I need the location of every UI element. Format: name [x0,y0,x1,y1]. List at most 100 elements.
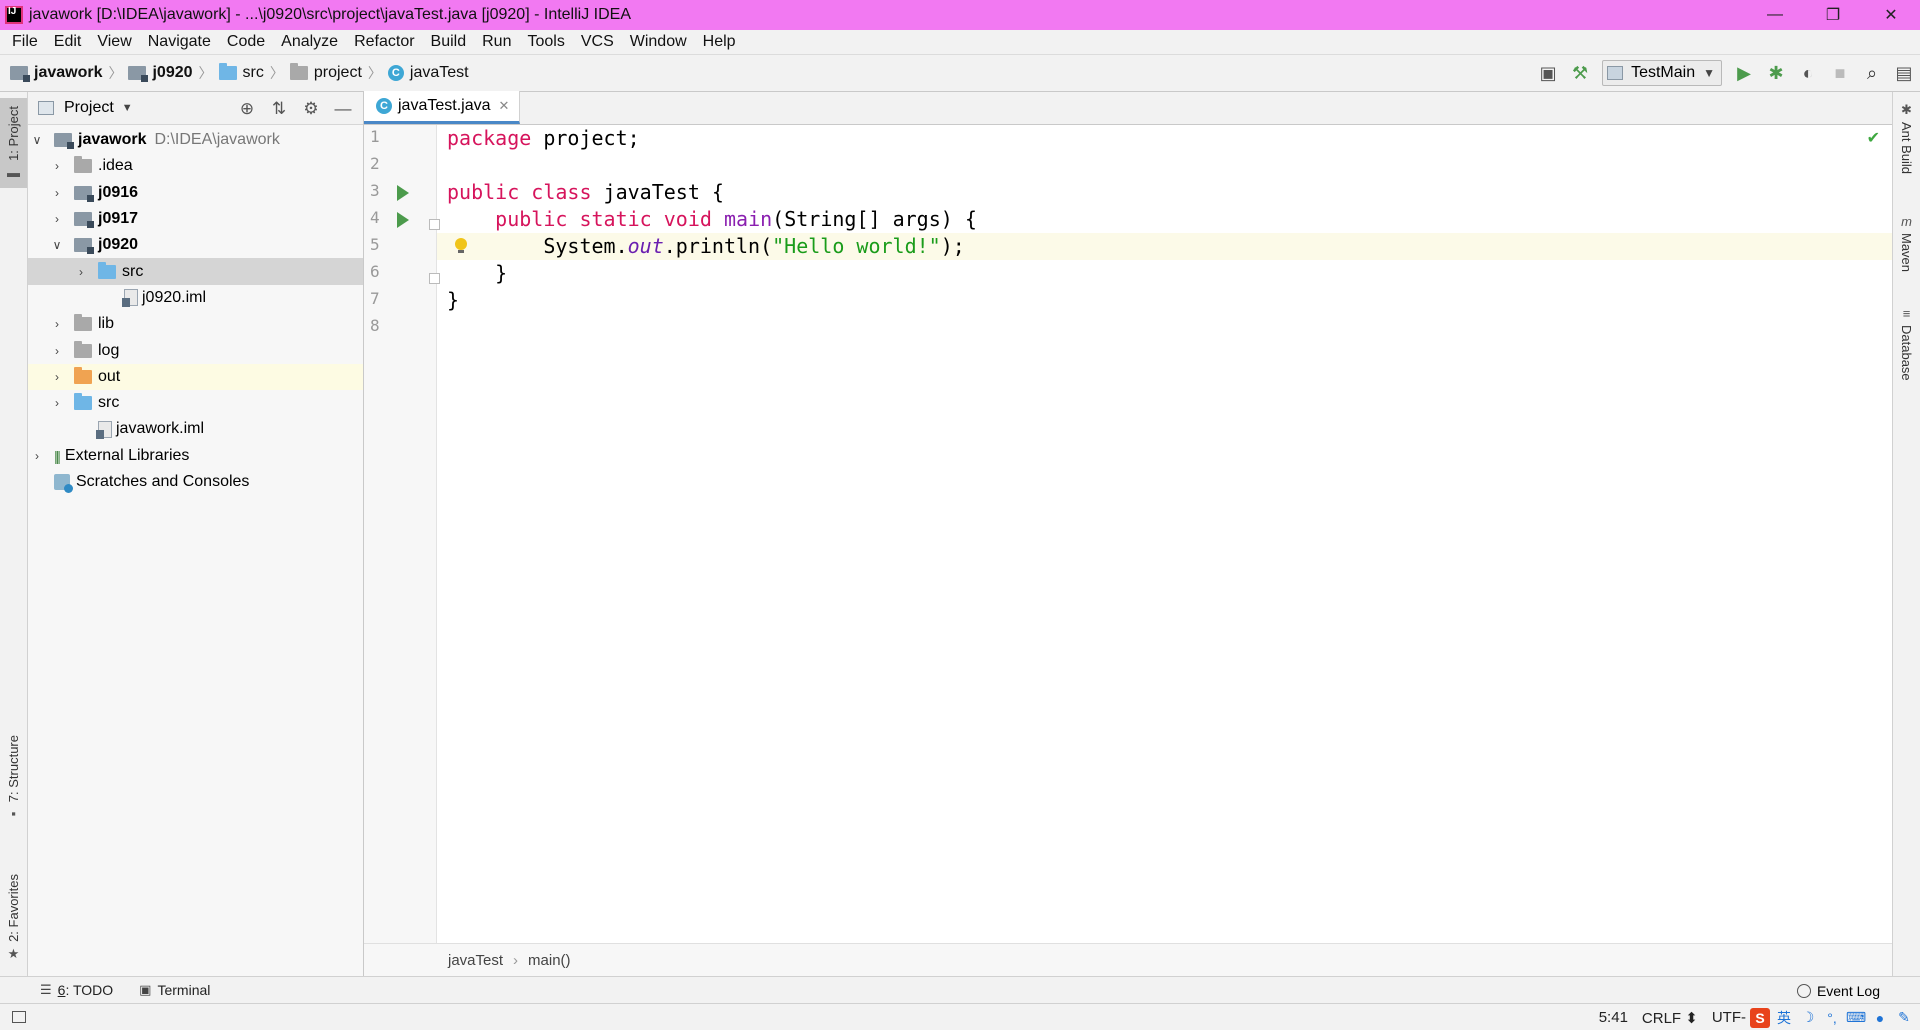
keyboard-icon[interactable]: ⌨ [1846,1008,1866,1028]
chevron-right-icon[interactable]: › [50,370,64,384]
tool-windows-toggle-icon[interactable] [12,1011,26,1023]
tree-item-log[interactable]: › log [28,337,363,363]
menu-build[interactable]: Build [423,33,475,51]
tree-item-j0920-src[interactable]: › src [28,258,363,285]
breadcrumb-project[interactable]: project [289,63,362,82]
chevron-right-icon[interactable]: › [50,317,64,331]
code-line: public class javaTest { [437,179,1892,206]
database-tool-button[interactable]: ≡ Database [1893,306,1920,381]
menu-navigate[interactable]: Navigate [140,33,219,51]
chevron-right-icon[interactable]: › [50,344,64,358]
line-separator[interactable]: CRLF ⬍ [1642,1009,1698,1027]
breadcrumb-class[interactable]: javaTest [448,952,503,969]
ime-language-icon[interactable]: 英 [1774,1008,1794,1028]
run-main-icon[interactable] [397,212,409,228]
close-window-button[interactable]: ✕ [1862,0,1920,30]
editor-tab-javatest[interactable]: C javaTest.java ✕ [364,91,521,124]
hide-panel-icon[interactable]: — [327,99,359,119]
project-structure-icon[interactable]: ▤ [1888,57,1920,89]
file-encoding[interactable]: UTF- [1712,1009,1746,1026]
chevron-right-icon[interactable]: › [50,212,64,226]
chevron-right-icon[interactable]: › [50,396,64,410]
search-icon[interactable]: ⌕ [1856,57,1888,89]
event-log-button[interactable]: Event Log [1796,977,1880,1004]
code-editor[interactable]: package project; public class javaTest {… [437,125,1892,943]
tree-item-scratches[interactable]: Scratches and Consoles [28,469,363,495]
debug-icon[interactable]: ✱ [1760,57,1792,89]
package-icon [289,63,308,80]
menu-help[interactable]: Help [695,33,744,51]
project-view-select[interactable]: Project [64,99,114,117]
stop-icon[interactable]: ■ [1824,57,1856,89]
breadcrumb-src[interactable]: src [218,63,264,82]
breadcrumb-j0920[interactable]: j0920 [128,64,193,82]
menu-analyze[interactable]: Analyze [273,33,346,51]
module-icon [74,212,94,229]
tree-item-j0917[interactable]: › j0917 [28,206,363,232]
todo-tool-button[interactable]: ☰ 6: TODO [40,982,113,998]
locate-file-icon[interactable]: ⊕ [231,99,263,119]
terminal-tool-button[interactable]: ▣ Terminal [139,982,210,998]
tree-item-out[interactable]: › out [28,363,363,390]
menu-refactor[interactable]: Refactor [346,33,422,51]
line-number: 1 [370,127,380,146]
ant-build-tool-button[interactable]: ✱ Ant Build [1893,102,1920,174]
maven-tool-button[interactable]: m Maven [1893,214,1920,272]
tree-item-idea[interactable]: › .idea [28,153,363,179]
line-number: 3 [370,181,380,200]
project-tool-button[interactable]: 1: Project ▬ [0,98,27,188]
chevron-right-icon[interactable]: › [50,159,64,173]
run-configuration-select[interactable]: TestMain ▼ [1602,60,1722,86]
collapse-all-icon[interactable]: ⇅ [263,99,295,119]
menu-view[interactable]: View [89,33,139,51]
run-class-icon[interactable] [397,185,409,201]
close-tab-icon[interactable]: ✕ [499,98,510,114]
tree-item-external-libraries[interactable]: › ||| External Libraries [28,443,363,469]
chevron-right-icon[interactable]: › [74,265,88,279]
source-folder-icon [218,63,237,80]
menu-tools[interactable]: Tools [519,33,572,51]
menu-vcs[interactable]: VCS [573,33,622,51]
moon-icon[interactable]: ☽ [1798,1008,1818,1028]
tree-item-javawork[interactable]: ∨ javawork D:\IDEA\javawork [28,127,363,153]
intention-bulb-icon[interactable] [455,238,467,253]
chevron-down-icon[interactable]: ∨ [30,133,44,147]
user-icon[interactable]: ● [1870,1008,1890,1028]
tree-item-j0916[interactable]: › j0916 [28,180,363,206]
minimize-button[interactable]: — [1746,0,1804,30]
chevron-right-icon[interactable]: › [50,186,64,200]
gear-icon[interactable]: ⚙ [295,99,327,119]
tree-item-j0920[interactable]: ∨ j0920 [28,232,363,258]
editor-tab-bar: C javaTest.java ✕ [364,91,1892,125]
chevron-down-icon[interactable]: ▼ [122,102,133,114]
application-icon [1607,66,1624,80]
tree-item-src[interactable]: › src [28,390,363,416]
breadcrumb-javatest[interactable]: C javaTest [387,64,469,82]
sogou-ime-icon[interactable]: S [1750,1007,1770,1028]
restore-button[interactable]: ❐ [1804,0,1862,30]
caret-position[interactable]: 5:41 [1599,1009,1628,1026]
tree-item-javawork-iml[interactable]: javawork.iml [28,416,363,442]
menu-edit[interactable]: Edit [46,33,90,51]
breadcrumb-label: javaTest [409,64,469,81]
menu-file[interactable]: File [4,33,46,51]
menu-code[interactable]: Code [219,33,273,51]
favorites-tool-button[interactable]: 2: Favorites ★ [0,868,27,968]
menu-run[interactable]: Run [474,33,519,51]
coverage-icon[interactable]: ◐ [1792,57,1824,89]
menu-window[interactable]: Window [622,33,695,51]
structure-tool-button[interactable]: 7: Structure ▪ [0,728,27,828]
layout-icon[interactable]: ▣ [1532,57,1564,89]
chevron-down-icon[interactable]: ∨ [50,238,64,252]
code-text: } [447,288,460,312]
wrench-icon[interactable]: ✎ [1894,1008,1914,1028]
build-hammer-icon[interactable]: ⚒ [1564,57,1596,89]
run-icon[interactable]: ▶ [1728,57,1760,89]
tree-item-j0920-iml[interactable]: j0920.iml [28,285,363,311]
breadcrumb-javawork[interactable]: javawork [10,64,102,82]
punctuation-icon[interactable]: °, [1822,1008,1842,1028]
tree-item-lib[interactable]: › lib [28,311,363,337]
chevron-right-icon[interactable]: › [30,449,44,463]
breadcrumb-method[interactable]: main() [528,952,571,969]
code-line: } [437,260,1892,287]
